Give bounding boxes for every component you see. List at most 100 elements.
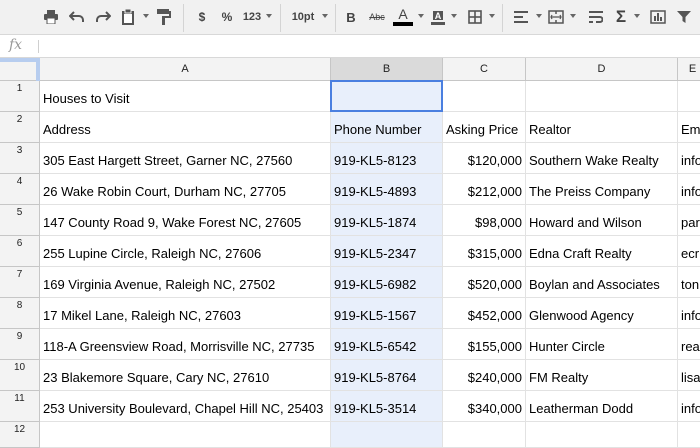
- cell-a4[interactable]: 26 Wake Robin Court, Durham NC, 27705: [40, 174, 331, 205]
- cell-b10[interactable]: 919-KL5-8764: [331, 360, 443, 391]
- cell-a9[interactable]: 118-A Greensview Road, Morrisville NC, 2…: [40, 329, 331, 360]
- cell-c11[interactable]: $340,000: [443, 391, 526, 422]
- cell-b1[interactable]: [331, 81, 443, 112]
- row-header-5[interactable]: 5: [0, 205, 40, 236]
- cell-b11[interactable]: 919-KL5-3514: [331, 391, 443, 422]
- redo-icon[interactable]: [92, 7, 114, 27]
- merge-dropdown-icon[interactable]: [570, 14, 576, 18]
- cell-b2[interactable]: Phone Number: [331, 112, 443, 143]
- cell-a10[interactable]: 23 Blakemore Square, Cary NC, 27610: [40, 360, 331, 391]
- cell-a3[interactable]: 305 East Hargett Street, Garner NC, 2756…: [40, 143, 331, 174]
- cell-c9[interactable]: $155,000: [443, 329, 526, 360]
- row-header-12[interactable]: 12: [0, 422, 40, 448]
- undo-icon[interactable]: [66, 7, 88, 27]
- cell-c7[interactable]: $520,000: [443, 267, 526, 298]
- cell-c8[interactable]: $452,000: [443, 298, 526, 329]
- align-icon[interactable]: [511, 7, 531, 27]
- merge-cells-icon[interactable]: [546, 7, 566, 27]
- functions-icon[interactable]: Σ: [612, 7, 630, 27]
- cell-e12[interactable]: [678, 422, 700, 448]
- cell-a11[interactable]: 253 University Boulevard, Chapel Hill NC…: [40, 391, 331, 422]
- cell-a1[interactable]: Houses to Visit: [40, 81, 331, 112]
- cell-c2[interactable]: Asking Price: [443, 112, 526, 143]
- row-header-8[interactable]: 8: [0, 298, 40, 329]
- align-dropdown-icon[interactable]: [536, 14, 542, 18]
- row-header-6[interactable]: 6: [0, 236, 40, 267]
- cell-b8[interactable]: 919-KL5-1567: [331, 298, 443, 329]
- column-header-e[interactable]: E: [678, 58, 700, 81]
- cell-a12[interactable]: [40, 422, 331, 448]
- font-size-select[interactable]: 10pt: [288, 7, 318, 27]
- row-header-4[interactable]: 4: [0, 174, 40, 205]
- paste-icon[interactable]: [118, 7, 138, 27]
- strikethrough-button[interactable]: Abc: [366, 7, 388, 27]
- print-icon[interactable]: [40, 7, 62, 27]
- wrap-text-icon[interactable]: [586, 7, 606, 27]
- bold-button[interactable]: B: [342, 7, 360, 27]
- row-header-3[interactable]: 3: [0, 143, 40, 174]
- row-header-2[interactable]: 2: [0, 112, 40, 143]
- row-header-11[interactable]: 11: [0, 391, 40, 422]
- cell-e11[interactable]: info: [678, 391, 700, 422]
- cell-c10[interactable]: $240,000: [443, 360, 526, 391]
- cell-b6[interactable]: 919-KL5-2347: [331, 236, 443, 267]
- cell-c4[interactable]: $212,000: [443, 174, 526, 205]
- row-header-1[interactable]: 1: [0, 81, 40, 112]
- cell-d3[interactable]: Southern Wake Realty: [526, 143, 678, 174]
- cell-b12[interactable]: [331, 422, 443, 448]
- functions-dropdown-icon[interactable]: [634, 14, 640, 18]
- fill-color-icon[interactable]: A: [429, 7, 447, 27]
- text-color-dropdown-icon[interactable]: [418, 14, 424, 18]
- column-header-c[interactable]: C: [443, 58, 526, 81]
- cell-d10[interactable]: FM Realty: [526, 360, 678, 391]
- filter-icon[interactable]: [674, 7, 694, 27]
- cell-e1[interactable]: [678, 81, 700, 112]
- row-header-7[interactable]: 7: [0, 267, 40, 298]
- borders-icon[interactable]: [466, 7, 484, 27]
- percent-format-button[interactable]: %: [217, 7, 237, 27]
- column-header-d[interactable]: D: [526, 58, 678, 81]
- select-all-corner[interactable]: [0, 58, 40, 81]
- fill-color-dropdown-icon[interactable]: [451, 14, 457, 18]
- number-format-button[interactable]: 123: [240, 7, 264, 27]
- cell-b9[interactable]: 919-KL5-6542: [331, 329, 443, 360]
- cell-d5[interactable]: Howard and Wilson: [526, 205, 678, 236]
- borders-dropdown-icon[interactable]: [489, 14, 495, 18]
- cell-b3[interactable]: 919-KL5-8123: [331, 143, 443, 174]
- cell-b7[interactable]: 919-KL5-6982: [331, 267, 443, 298]
- cell-a5[interactable]: 147 County Road 9, Wake Forest NC, 27605: [40, 205, 331, 236]
- freeze-row-handle[interactable]: [0, 58, 40, 62]
- column-header-b[interactable]: B: [331, 58, 443, 81]
- cell-c1[interactable]: [443, 81, 526, 112]
- cell-d9[interactable]: Hunter Circle: [526, 329, 678, 360]
- cell-d7[interactable]: Boylan and Associates: [526, 267, 678, 298]
- cell-d1[interactable]: [526, 81, 678, 112]
- cell-e7[interactable]: ton: [678, 267, 700, 298]
- cell-e10[interactable]: lisa: [678, 360, 700, 391]
- row-header-9[interactable]: 9: [0, 329, 40, 360]
- cell-d2[interactable]: Realtor: [526, 112, 678, 143]
- cell-e2[interactable]: Em: [678, 112, 700, 143]
- cell-d12[interactable]: [526, 422, 678, 448]
- cell-e5[interactable]: par: [678, 205, 700, 236]
- cell-c5[interactable]: $98,000: [443, 205, 526, 236]
- text-color-button[interactable]: A: [393, 7, 413, 27]
- cell-a2[interactable]: Address: [40, 112, 331, 143]
- cell-d11[interactable]: Leatherman Dodd: [526, 391, 678, 422]
- row-header-10[interactable]: 10: [0, 360, 40, 391]
- cell-a7[interactable]: 169 Virginia Avenue, Raleigh NC, 27502: [40, 267, 331, 298]
- cell-b4[interactable]: 919-KL5-4893: [331, 174, 443, 205]
- cell-e4[interactable]: info: [678, 174, 700, 205]
- currency-format-button[interactable]: $: [192, 7, 212, 27]
- cell-d6[interactable]: Edna Craft Realty: [526, 236, 678, 267]
- chart-icon[interactable]: [648, 7, 668, 27]
- cell-c6[interactable]: $315,000: [443, 236, 526, 267]
- formula-input[interactable]: [44, 36, 684, 56]
- cell-c12[interactable]: [443, 422, 526, 448]
- paste-dropdown-icon[interactable]: [143, 14, 149, 18]
- cell-a6[interactable]: 255 Lupine Circle, Raleigh NC, 27606: [40, 236, 331, 267]
- cell-c3[interactable]: $120,000: [443, 143, 526, 174]
- cell-d8[interactable]: Glenwood Agency: [526, 298, 678, 329]
- paint-format-icon[interactable]: [153, 7, 175, 27]
- font-size-dropdown-icon[interactable]: [322, 14, 328, 18]
